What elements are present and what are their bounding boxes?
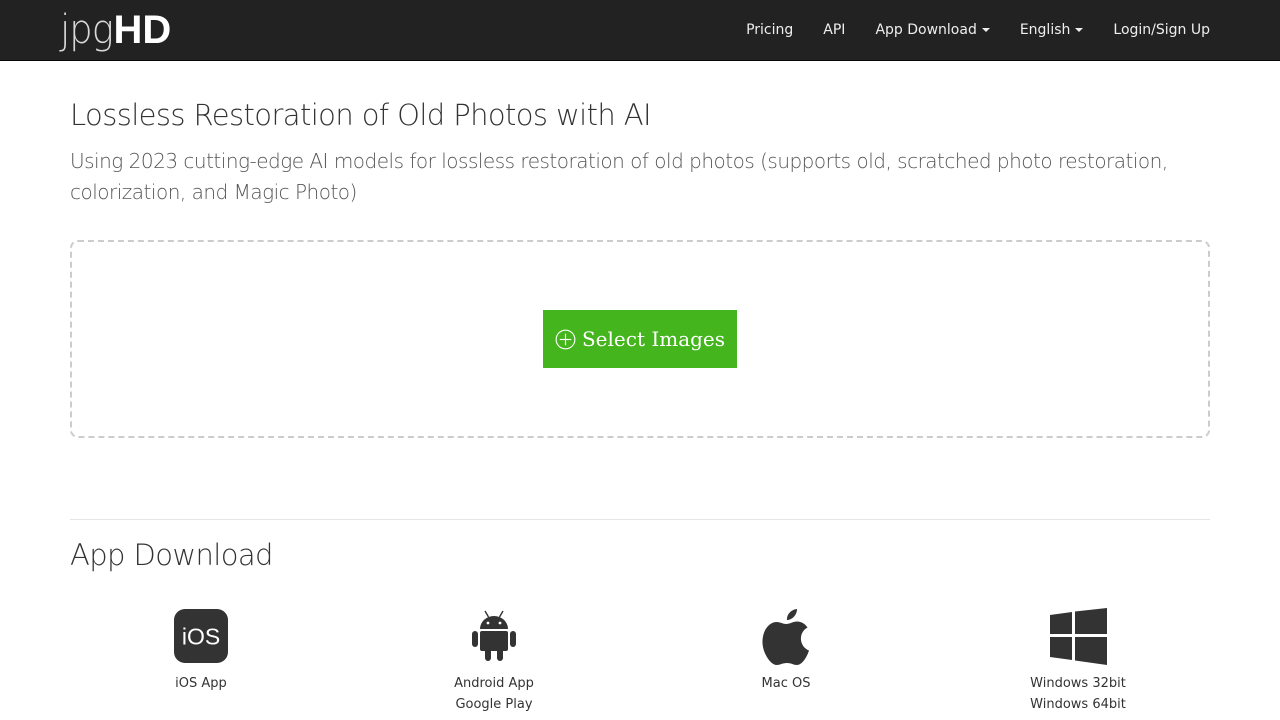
page-title: Lossless Restoration of Old Photos with … — [70, 98, 652, 132]
nav-api-label: API — [823, 22, 846, 38]
logo-light-text: jpg — [60, 7, 114, 53]
android-app-link[interactable]: Android App — [454, 673, 534, 694]
nav-pricing-link[interactable]: Pricing — [731, 0, 808, 60]
select-images-button[interactable]: Select Images — [543, 310, 737, 368]
select-images-label: Select Images — [581, 327, 726, 351]
google-play-link[interactable]: Google Play — [455, 694, 532, 715]
nav-menu: Pricing API App Download English Login/S… — [731, 0, 1210, 60]
nav-app-download-label: App Download — [875, 22, 977, 38]
top-navbar: jpg HD Pricing API App Download English … — [0, 0, 1280, 61]
windows-icon[interactable] — [1049, 607, 1107, 665]
caret-down-icon — [981, 28, 990, 32]
macos-app-link[interactable]: Mac OS — [762, 673, 811, 694]
nav-language-label: English — [1019, 22, 1071, 38]
svg-text:iOS: iOS — [182, 624, 220, 650]
app-windows: Windows 32bit Windows 64bit — [978, 604, 1178, 715]
jpghd-logo[interactable]: jpg HD — [60, 4, 171, 52]
nav-app-download-dropdown[interactable]: App Download — [860, 0, 1004, 60]
app-download-title: App Download — [70, 538, 273, 572]
windows-32bit-link[interactable]: Windows 32bit — [1030, 673, 1126, 694]
nav-pricing-label: Pricing — [746, 22, 794, 38]
windows-64bit-link[interactable]: Windows 64bit — [1030, 694, 1126, 715]
caret-down-icon — [1075, 28, 1084, 32]
ios-icon[interactable]: iOS — [174, 609, 228, 663]
circle-plus-icon — [555, 329, 576, 349]
page-subtitle: Using 2023 cutting-edge AI models for lo… — [70, 149, 1168, 204]
nav-login-signup-link[interactable]: Login/Sign Up — [1098, 0, 1210, 60]
section-divider — [70, 519, 1210, 520]
apple-icon[interactable] — [761, 606, 811, 666]
ios-app-link[interactable]: iOS App — [175, 673, 227, 694]
nav-language-dropdown[interactable]: English — [1005, 0, 1099, 60]
logo-bold-text: HD — [113, 8, 172, 52]
app-android: Android App Google Play — [394, 604, 594, 715]
nav-api-link[interactable]: API — [808, 0, 860, 60]
app-ios: iOS iOS App — [101, 604, 301, 694]
nav-login-signup-label: Login/Sign Up — [1113, 22, 1210, 38]
android-icon[interactable] — [472, 609, 516, 663]
app-macos: Mac OS — [686, 604, 886, 694]
